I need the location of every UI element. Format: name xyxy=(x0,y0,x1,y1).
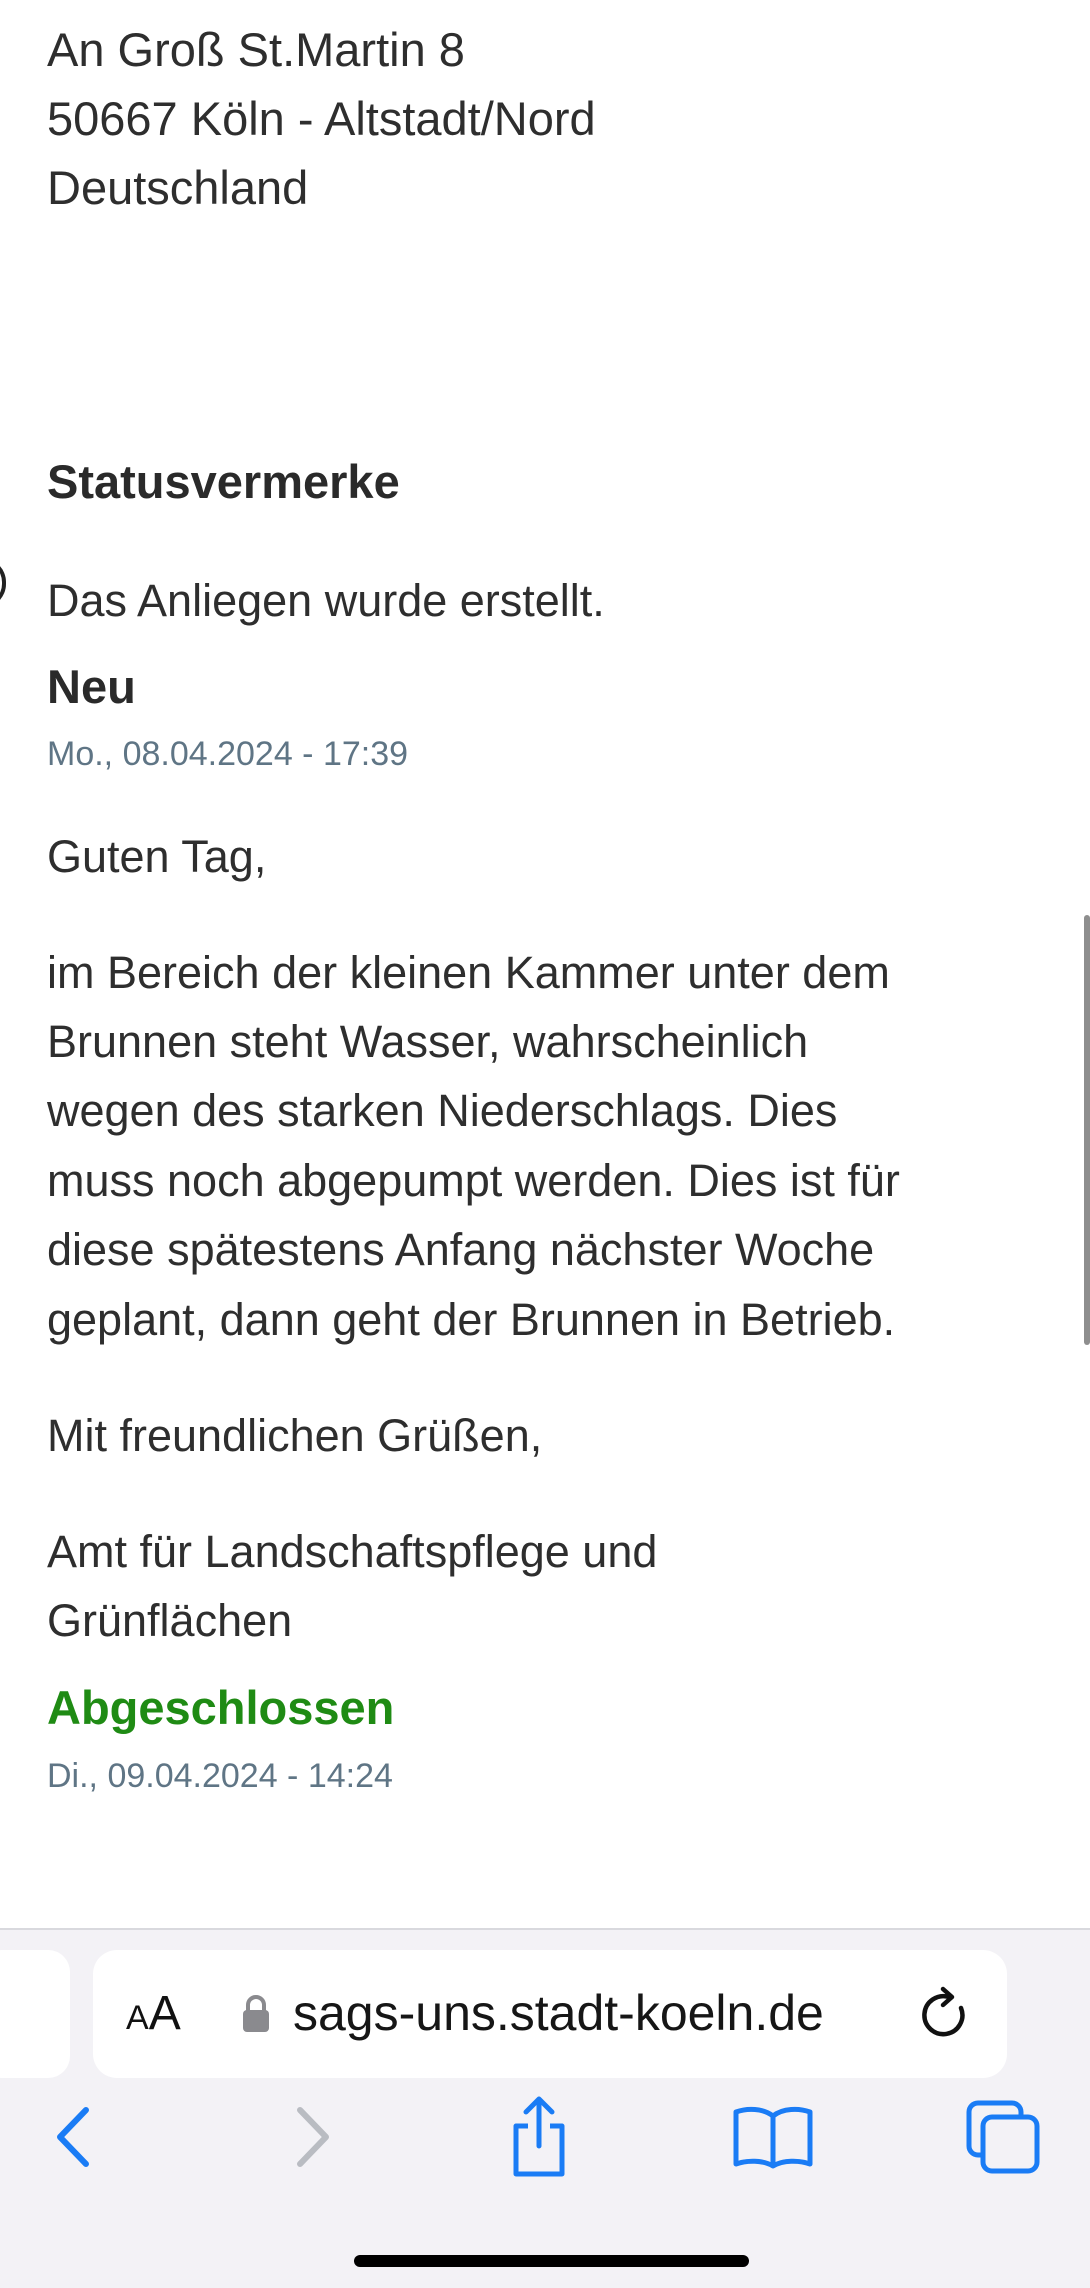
text-size-label-large: A xyxy=(148,1987,181,2040)
address-street: An Groß St.Martin 8 xyxy=(47,23,465,76)
share-button[interactable] xyxy=(494,2092,584,2182)
status-section-title: Statusvermerke xyxy=(47,455,400,508)
back-icon xyxy=(57,2107,89,2167)
address-country: Deutschland xyxy=(47,161,309,214)
reload-icon[interactable] xyxy=(919,1986,973,2042)
message-closing: Mit freundlichen Grüßen, xyxy=(47,1410,543,1461)
forward-button[interactable] xyxy=(268,2092,358,2182)
message-body-line: wegen des starken Niederschlags. Dies xyxy=(47,1085,838,1136)
address-city: 50667 Köln - Altstadt/Nord xyxy=(47,92,596,145)
bookmarks-icon xyxy=(733,2106,813,2169)
scrollbar[interactable] xyxy=(1084,915,1090,1345)
text-size-label-small: A xyxy=(126,1999,149,2037)
forward-icon xyxy=(297,2107,329,2167)
message-body-line: Brunnen steht Wasser, wahrscheinlich xyxy=(47,1016,809,1067)
url-text[interactable]: sags-uns.stadt-koeln.de xyxy=(293,1984,824,2042)
status-message-created: Das Anliegen wurde erstellt. xyxy=(47,575,605,626)
share-icon xyxy=(513,2096,565,2177)
message-body-line: muss noch abgepumpt werden. Dies ist für xyxy=(47,1155,900,1206)
status-timestamp-closed: Di., 09.04.2024 - 14:24 xyxy=(47,1757,393,1795)
bookmarks-button[interactable] xyxy=(728,2092,818,2182)
tabs-icon xyxy=(966,2100,1040,2174)
address-bar[interactable]: AA sags-uns.stadt-koeln.de xyxy=(93,1950,1007,2078)
page-content: An Groß St.Martin 8 50667 Köln - Altstad… xyxy=(0,0,1090,1928)
edge-decoration xyxy=(0,558,6,608)
message-body-line: diese spätestens Anfang nächster Woche xyxy=(47,1224,875,1275)
back-button[interactable] xyxy=(28,2092,118,2182)
message-signature-line: Grünflächen xyxy=(47,1595,293,1646)
lock-icon xyxy=(243,1995,269,2032)
status-timestamp-new: Mo., 08.04.2024 - 17:39 xyxy=(47,735,409,773)
message-body-line: geplant, dann geht der Brunnen in Betrie… xyxy=(47,1294,896,1345)
message-body-line: im Bereich der kleinen Kammer unter dem xyxy=(47,947,890,998)
home-indicator[interactable] xyxy=(354,2255,749,2267)
status-label-closed: Abgeschlossen xyxy=(47,1681,395,1734)
message-greeting: Guten Tag, xyxy=(47,831,267,882)
message-signature-line: Amt für Landschaftspflege und xyxy=(47,1526,658,1577)
tabs-button[interactable] xyxy=(958,2092,1048,2182)
text-size-button[interactable]: AA xyxy=(126,1986,181,2041)
previous-tab-preview[interactable] xyxy=(0,1950,70,2078)
status-label-new: Neu xyxy=(47,660,136,713)
